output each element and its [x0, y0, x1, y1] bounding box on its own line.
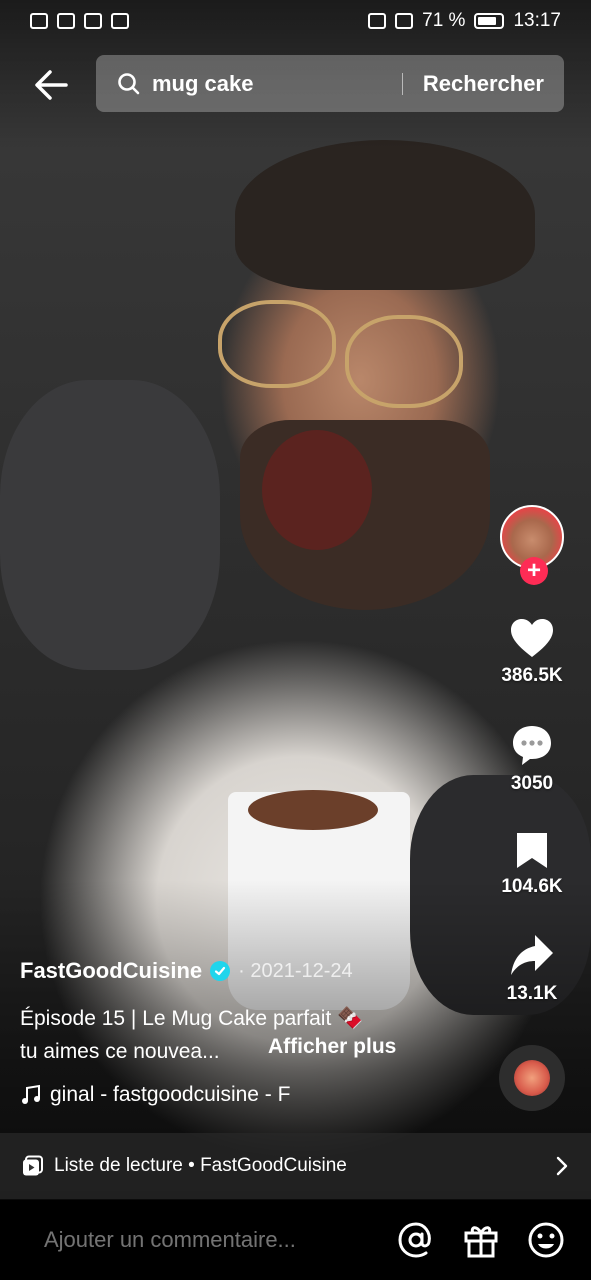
share-icon [511, 935, 553, 975]
alarm-icon [395, 13, 414, 29]
playlist-icon [23, 1155, 43, 1176]
search-input[interactable]: mug cake [152, 71, 402, 97]
video-frame-detail [0, 380, 220, 670]
save-button[interactable]: 104.6K [491, 830, 573, 898]
comment-bar: Ajouter un commentaire... [0, 1200, 591, 1280]
music-title: ginal - fastgoodcuisine - F [50, 1083, 291, 1106]
like-count: 386.5K [501, 665, 563, 686]
video-frame-detail [218, 300, 336, 388]
status-bar-left [30, 13, 129, 29]
like-button[interactable]: 386.5K [491, 617, 573, 687]
author-row: FastGoodCuisine · 2021-12-24 [20, 958, 460, 984]
video-frame-detail [345, 315, 463, 408]
search-header: mug cake Rechercher [0, 55, 591, 113]
clock: 13:17 [513, 10, 561, 31]
status-bar-right: 71 % 13:17 [368, 10, 561, 32]
search-divider [401, 72, 403, 95]
music-disc-button[interactable] [499, 1045, 565, 1111]
music-disc-cover [514, 1060, 550, 1096]
video-frame-detail [248, 790, 378, 830]
mention-icon[interactable] [396, 1220, 436, 1260]
emoji-icon[interactable] [526, 1220, 566, 1260]
comment-count: 3050 [510, 773, 554, 794]
wifi-icon [84, 13, 102, 29]
chevron-right-icon [556, 1156, 568, 1176]
battery-percent: 71 % [422, 10, 466, 31]
description-line-1: Épisode 15 | Le Mug Cake parfait 🍫 [20, 1007, 364, 1030]
notification-icon [30, 13, 48, 29]
creator-avatar-button[interactable]: + [500, 505, 564, 585]
playlist-bar[interactable]: Liste de lecture • FastGoodCuisine [0, 1133, 591, 1199]
plus-icon: + [526, 557, 541, 584]
comment-input[interactable]: Ajouter un commentaire... [44, 1227, 396, 1253]
music-note-icon [22, 1084, 40, 1104]
heart-icon [511, 619, 553, 657]
back-button[interactable] [30, 63, 74, 107]
verified-icon [210, 961, 231, 981]
action-rail: + 386.5K 3050 104.6K 13.1K [491, 505, 591, 1125]
music-track[interactable]: ginal - fastgoodcuisine - F [20, 1081, 320, 1109]
battery-icon [474, 13, 505, 29]
back-arrow-icon [35, 70, 68, 100]
search-submit-button[interactable]: Rechercher [423, 71, 544, 97]
mail-icon [111, 13, 129, 29]
search-box[interactable]: mug cake Rechercher [96, 55, 564, 112]
video-frame-detail [235, 140, 535, 290]
status-bar: 71 % 13:17 [0, 0, 591, 42]
signal-icon [57, 13, 75, 29]
follow-button[interactable]: + [520, 557, 548, 585]
post-date: · 2021-12-24 [238, 959, 353, 982]
bookmark-icon [517, 833, 547, 868]
show-more-button[interactable]: Afficher plus [268, 1035, 396, 1059]
share-count: 13.1K [506, 983, 558, 1004]
search-icon [118, 72, 140, 94]
share-button[interactable]: 13.1K [491, 933, 573, 1005]
playlist-label: Liste de lecture • FastGoodCuisine [54, 1155, 347, 1176]
gift-icon[interactable] [461, 1220, 501, 1260]
video-frame-detail [262, 430, 372, 550]
comment-button[interactable]: 3050 [491, 723, 573, 795]
comment-icon [513, 726, 551, 765]
nfc-icon [368, 13, 387, 29]
save-count: 104.6K [501, 876, 563, 897]
author-name[interactable]: FastGoodCuisine [20, 958, 202, 984]
